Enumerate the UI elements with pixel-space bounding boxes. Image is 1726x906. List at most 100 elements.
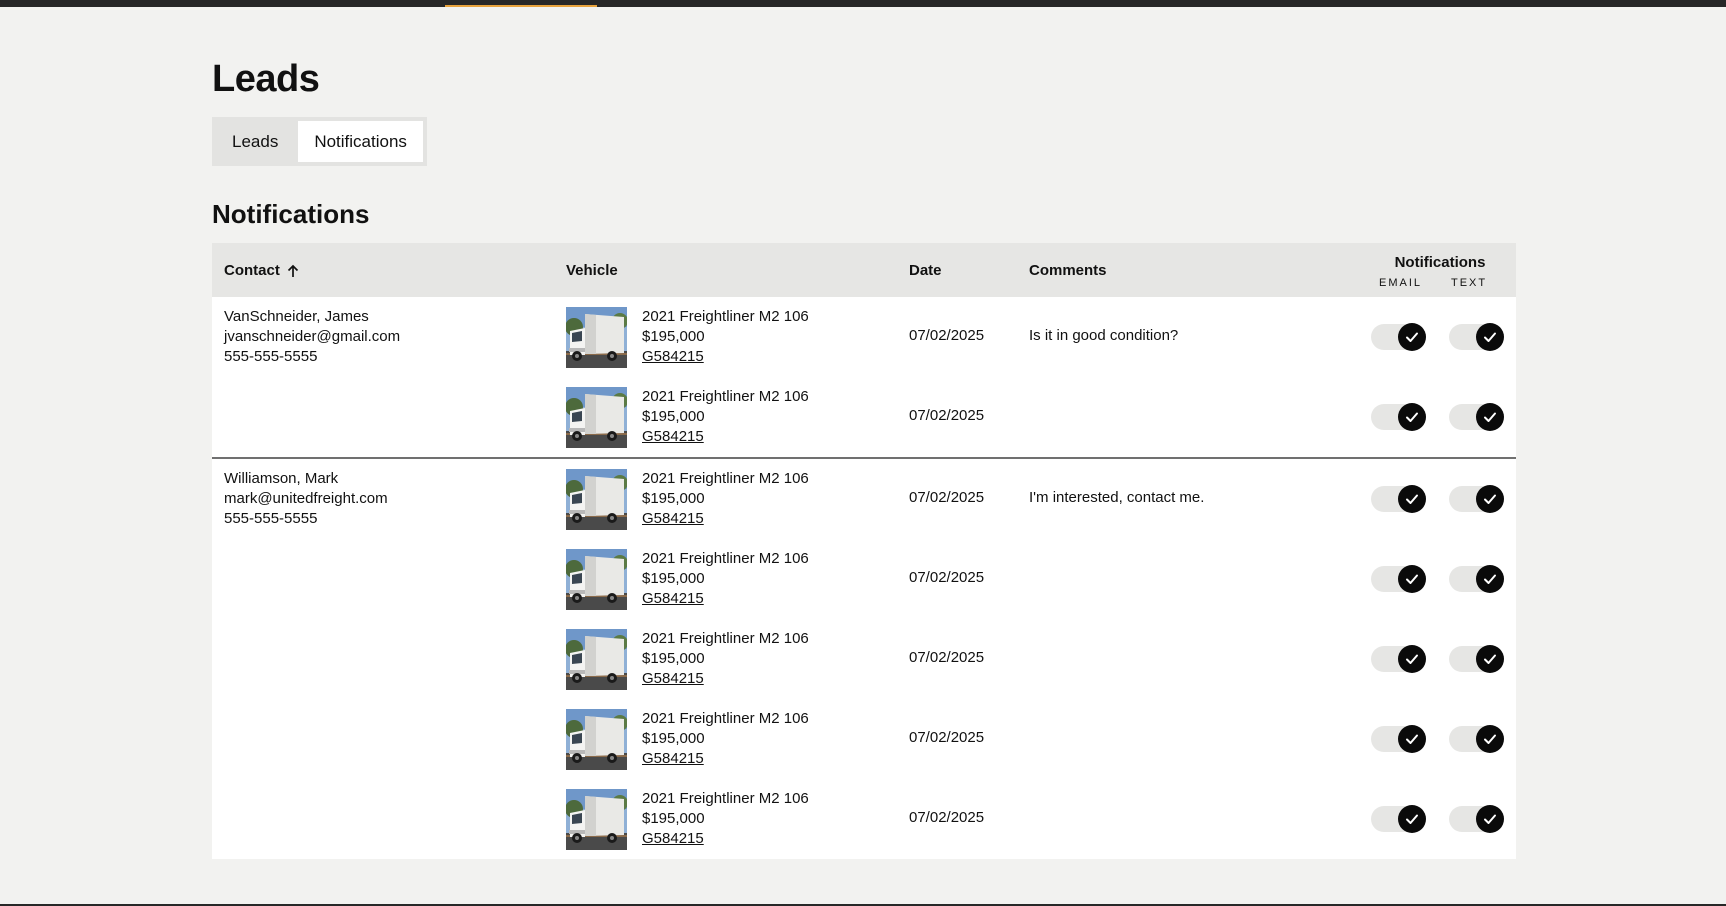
checkmark-icon [1398, 323, 1426, 351]
vehicle-name: 2021 Freightliner M2 106 [642, 308, 809, 325]
truck-image [566, 387, 627, 448]
truck-image [566, 469, 627, 530]
arrow-up-icon [287, 264, 298, 277]
stock-number-link[interactable]: G584215 [642, 590, 704, 607]
truck-image [566, 789, 627, 850]
tab-notifications[interactable]: Notifications [298, 121, 423, 162]
vehicle-price: $195,000 [642, 570, 705, 587]
email-notification-toggle[interactable] [1371, 645, 1426, 673]
contact-group: Williamson, Mark mark@unitedfreight.com … [212, 457, 1516, 859]
truck-image [566, 629, 627, 690]
lead-date: 07/02/2025 [909, 407, 985, 424]
email-notification-toggle[interactable] [1371, 403, 1426, 431]
checkmark-icon [1476, 645, 1504, 673]
tab-leads[interactable]: Leads [216, 121, 294, 162]
vehicle-price: $195,000 [642, 408, 705, 425]
vehicle-thumbnail[interactable] [566, 307, 627, 368]
table-header: Contact Vehicle Date Comments Notificati… [212, 243, 1516, 297]
stock-number-link[interactable]: G584215 [642, 428, 704, 445]
truck-image [566, 307, 627, 368]
table-row: 2021 Freightliner M2 106 $195,000 G58421… [212, 377, 1516, 457]
notifications-table: Contact Vehicle Date Comments Notificati… [212, 243, 1516, 859]
vehicle-info: 2021 Freightliner M2 106 $195,000 G58421… [642, 789, 809, 849]
checkmark-icon [1476, 485, 1504, 513]
email-notification-toggle[interactable] [1371, 805, 1426, 833]
contact-column-header[interactable]: Contact [224, 262, 300, 279]
page-title: Leads [212, 58, 320, 100]
stock-number-link[interactable]: G584215 [642, 510, 704, 527]
table-row: 2021 Freightliner M2 106 $195,000 G58421… [212, 539, 1516, 619]
checkmark-icon [1398, 403, 1426, 431]
contact-name: VanSchneider, James [224, 308, 369, 325]
table-row: 2021 Freightliner M2 106 $195,000 G58421… [212, 619, 1516, 699]
vehicle-thumbnail[interactable] [566, 789, 627, 850]
lead-comment: I'm interested, contact me. [1029, 489, 1205, 506]
vehicle-price: $195,000 [642, 490, 705, 507]
stock-number-link[interactable]: G584215 [642, 670, 704, 687]
contact-email: jvanschneider@gmail.com [224, 328, 401, 345]
checkmark-icon [1476, 805, 1504, 833]
contact-name: Williamson, Mark [224, 470, 339, 487]
lead-date: 07/02/2025 [909, 489, 985, 506]
text-notification-toggle[interactable] [1449, 645, 1504, 673]
text-notification-toggle[interactable] [1449, 403, 1504, 431]
contact-info: Williamson, Mark mark@unitedfreight.com … [224, 469, 388, 529]
text-notification-toggle[interactable] [1449, 805, 1504, 833]
vehicle-thumbnail[interactable] [566, 709, 627, 770]
vehicle-name: 2021 Freightliner M2 106 [642, 470, 809, 487]
lead-date: 07/02/2025 [909, 569, 985, 586]
date-column-header: Date [909, 262, 942, 279]
checkmark-icon [1476, 725, 1504, 753]
checkmark-icon [1398, 645, 1426, 673]
contact-group: VanSchneider, James jvanschneider@gmail.… [212, 297, 1516, 457]
table-row: VanSchneider, James jvanschneider@gmail.… [212, 297, 1516, 377]
checkmark-icon [1398, 565, 1426, 593]
email-notification-toggle[interactable] [1371, 323, 1426, 351]
vehicle-thumbnail[interactable] [566, 549, 627, 610]
truck-image [566, 549, 627, 610]
notifications-column-header: Notifications [1394, 254, 1486, 271]
email-notification-toggle[interactable] [1371, 725, 1426, 753]
text-notification-toggle[interactable] [1449, 725, 1504, 753]
checkmark-icon [1398, 485, 1426, 513]
checkmark-icon [1398, 725, 1426, 753]
vehicle-name: 2021 Freightliner M2 106 [642, 710, 809, 727]
lead-comment: Is it in good condition? [1029, 327, 1179, 344]
email-notification-toggle[interactable] [1371, 485, 1426, 513]
text-notification-toggle[interactable] [1449, 485, 1504, 513]
vehicle-info: 2021 Freightliner M2 106 $195,000 G58421… [642, 709, 809, 769]
contact-header-label: Contact [224, 262, 280, 279]
vehicle-info: 2021 Freightliner M2 106 $195,000 G58421… [642, 629, 809, 689]
text-notification-toggle[interactable] [1449, 565, 1504, 593]
vehicle-thumbnail[interactable] [566, 469, 627, 530]
active-nav-indicator [445, 5, 597, 7]
vehicle-price: $195,000 [642, 328, 705, 345]
contact-phone: 555-555-5555 [224, 348, 318, 365]
checkmark-icon [1476, 565, 1504, 593]
vehicle-column-header: Vehicle [566, 262, 618, 279]
stock-number-link[interactable]: G584215 [642, 750, 704, 767]
table-body: VanSchneider, James jvanschneider@gmail.… [212, 297, 1516, 859]
stock-number-link[interactable]: G584215 [642, 348, 704, 365]
table-row: 2021 Freightliner M2 106 $195,000 G58421… [212, 699, 1516, 779]
text-notification-toggle[interactable] [1449, 323, 1504, 351]
truck-image [566, 709, 627, 770]
vehicle-info: 2021 Freightliner M2 106 $195,000 G58421… [642, 549, 809, 609]
vehicle-price: $195,000 [642, 650, 705, 667]
checkmark-icon [1476, 403, 1504, 431]
vehicle-info: 2021 Freightliner M2 106 $195,000 G58421… [642, 307, 809, 367]
email-subheader: EMAIL [1379, 277, 1423, 289]
text-subheader: TEXT [1451, 277, 1488, 289]
vehicle-thumbnail[interactable] [566, 387, 627, 448]
vehicle-name: 2021 Freightliner M2 106 [642, 630, 809, 647]
vehicle-thumbnail[interactable] [566, 629, 627, 690]
lead-date: 07/02/2025 [909, 327, 985, 344]
email-notification-toggle[interactable] [1371, 565, 1426, 593]
vehicle-price: $195,000 [642, 810, 705, 827]
vehicle-name: 2021 Freightliner M2 106 [642, 790, 809, 807]
stock-number-link[interactable]: G584215 [642, 830, 704, 847]
table-row: Williamson, Mark mark@unitedfreight.com … [212, 459, 1516, 539]
vehicle-name: 2021 Freightliner M2 106 [642, 550, 809, 567]
contact-phone: 555-555-5555 [224, 510, 318, 527]
contact-email: mark@unitedfreight.com [224, 490, 388, 507]
